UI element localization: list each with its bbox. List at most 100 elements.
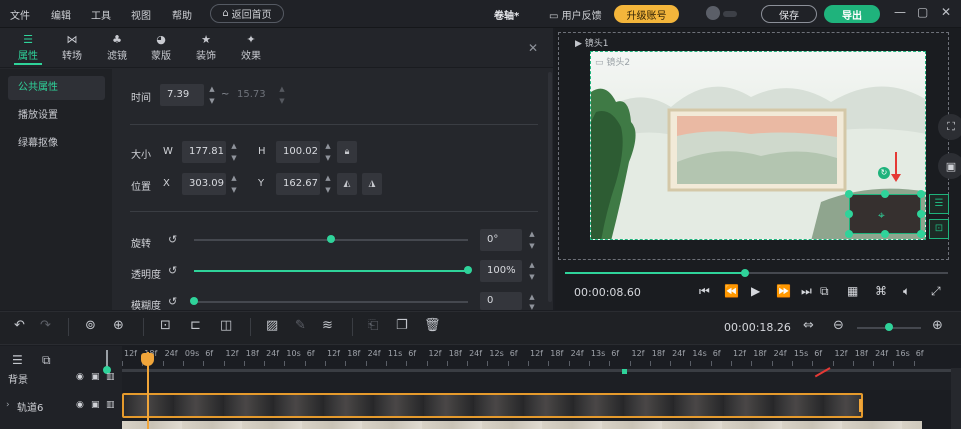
timeline-scrollbar[interactable] [951, 368, 961, 429]
chevron-down-icon[interactable]: ▼ [228, 153, 240, 163]
resize-handle[interactable] [845, 230, 853, 238]
tab-mask[interactable]: ◕ 蒙版 [141, 33, 181, 62]
fit-timeline-icon[interactable]: ⇔ [803, 318, 814, 333]
rotate-stepper[interactable]: ▲ ▼ [526, 229, 538, 251]
opacity-slider-handle[interactable] [464, 266, 472, 274]
eye-icon[interactable]: ◉ [76, 372, 84, 382]
tab-properties[interactable]: ☰ 属性 [8, 33, 48, 65]
timeline-clip[interactable] [122, 393, 863, 418]
reset-opacity-icon[interactable]: ↺ [168, 264, 177, 277]
blur-input[interactable]: 0 [480, 292, 522, 310]
feedback-button[interactable]: ▭ 用户反馈 [549, 7, 602, 22]
redo-icon[interactable]: ↷ [40, 318, 51, 333]
y-input[interactable]: 162.67 [276, 173, 320, 195]
blur-slider-handle[interactable] [190, 297, 198, 305]
camera-snapshot-icon[interactable]: ⌘ [875, 284, 887, 298]
copy-icon[interactable]: ❐ [396, 318, 408, 333]
delete-icon[interactable]: 🗑︎ [424, 318, 441, 333]
height-input[interactable]: 100.02 [276, 141, 320, 163]
blur-slider[interactable] [194, 301, 468, 303]
zoom-out-icon[interactable]: ⊖ [833, 318, 844, 333]
tab-decoration[interactable]: ★ 装饰 [186, 33, 226, 62]
reset-rotate-icon[interactable]: ↺ [168, 233, 177, 246]
layers-icon[interactable]: ≋ [322, 318, 333, 333]
prev-frame-icon[interactable]: ⏪ [724, 284, 739, 298]
next-frame-icon[interactable]: ⏩ [776, 284, 791, 298]
paste-icon[interactable]: ⎗ [368, 318, 378, 333]
rotate-handle-icon[interactable]: ↻ [878, 167, 890, 179]
resize-handle[interactable] [917, 230, 925, 238]
playback-scrubber[interactable] [741, 269, 749, 277]
panel-close-icon[interactable]: ✕ [528, 41, 538, 55]
crop-icon[interactable]: ⊡ [929, 219, 949, 239]
resize-handle[interactable] [845, 190, 853, 198]
home-button[interactable]: ⌂ 返回首页 [210, 4, 284, 23]
clip-trim-handle[interactable] [859, 399, 862, 412]
resize-handle[interactable] [881, 190, 889, 198]
add-track-icon[interactable]: ⧉ [42, 353, 51, 368]
menu-file[interactable]: 文件 [10, 7, 30, 22]
volume-icon[interactable]: 🔈︎ [903, 284, 910, 299]
selected-clip-box[interactable] [849, 194, 921, 234]
track-settings-icon[interactable]: ☰ [12, 353, 23, 367]
chevron-down-icon[interactable]: ▼ [206, 96, 218, 106]
skip-end-icon[interactable]: ⏭ [801, 284, 812, 299]
upgrade-button[interactable]: 升级账号 [614, 5, 679, 23]
chevron-up-icon[interactable]: ▲ [322, 141, 334, 151]
text-edit-icon[interactable]: ☰ [929, 194, 949, 214]
save-button[interactable]: 保存 [761, 5, 817, 23]
account-toggle[interactable] [723, 11, 737, 17]
chevron-up-icon[interactable]: ▲ [526, 292, 538, 302]
playhead-handle[interactable] [141, 353, 154, 366]
time-start-input[interactable]: 7.39 [160, 84, 204, 106]
subnav-common[interactable]: 公共属性 [8, 76, 105, 100]
chevron-down-icon[interactable]: ▼ [526, 241, 538, 251]
zoom-in-icon[interactable]: ⊕ [932, 318, 943, 333]
skip-start-icon[interactable]: ⏮ [699, 284, 710, 299]
time-start-stepper[interactable]: ▲ ▼ [206, 84, 218, 106]
properties-scrollbar[interactable] [548, 72, 552, 302]
chevron-down-icon[interactable]: ▼ [526, 272, 538, 282]
fit-icon[interactable]: ⊡ [160, 318, 171, 333]
lock-layer-icon[interactable]: ▣ [938, 153, 961, 179]
chevron-up-icon[interactable]: ▲ [526, 260, 538, 270]
keyframe-marker[interactable] [622, 369, 627, 374]
x-stepper[interactable]: ▲ ▼ [228, 173, 240, 195]
chevron-up-icon[interactable]: ▲ [206, 84, 218, 94]
trash-icon[interactable]: ▥ [106, 400, 115, 410]
target-icon[interactable]: ⊕ [113, 318, 124, 333]
play-icon[interactable]: ▶ [751, 284, 760, 298]
export-button[interactable]: 导出 [824, 5, 880, 23]
undo-icon[interactable]: ↶ [14, 318, 25, 333]
timeline-clip[interactable] [122, 421, 922, 429]
tab-filter[interactable]: ♣ 滤镜 [97, 33, 137, 62]
subnav-greenscreen[interactable]: 绿幕抠像 [8, 132, 105, 156]
snapshot-settings-icon[interactable]: ⧉ [820, 284, 829, 299]
width-stepper[interactable]: ▲ ▼ [228, 141, 240, 163]
menu-edit[interactable]: 编辑 [51, 7, 71, 22]
chevron-up-icon[interactable]: ▲ [526, 229, 538, 239]
chevron-up-icon[interactable]: ▲ [228, 173, 240, 183]
split-icon[interactable]: ◫ [220, 318, 232, 333]
menu-help[interactable]: 帮助 [172, 7, 192, 22]
flip-horizontal-icon[interactable]: ◭ [337, 173, 357, 195]
resize-handle[interactable] [845, 210, 853, 218]
record-icon[interactable]: ⊚ [85, 318, 96, 333]
crop-tool-icon[interactable]: ⊏ [190, 318, 201, 333]
reset-blur-icon[interactable]: ↺ [168, 295, 177, 308]
fullscreen-icon[interactable]: ⤢ [931, 284, 941, 299]
lock-icon[interactable]: ▣ [91, 372, 100, 382]
menu-view[interactable]: 视图 [131, 7, 151, 22]
chevron-down-icon[interactable]: ▼ [322, 185, 334, 195]
tab-effect[interactable]: ✦ 效果 [231, 33, 271, 62]
eye-icon[interactable]: ◉ [76, 400, 84, 410]
resize-handle[interactable] [917, 210, 925, 218]
blur-stepper[interactable]: ▲ ▼ [526, 292, 538, 311]
opacity-input[interactable]: 100% [480, 260, 522, 282]
edit-icon[interactable]: ✎ [295, 318, 306, 333]
image-replace-icon[interactable]: ▨ [266, 318, 278, 333]
rotate-input[interactable]: 0° [480, 229, 522, 251]
chevron-down-icon[interactable]: ▼ [228, 185, 240, 195]
opacity-stepper[interactable]: ▲ ▼ [526, 260, 538, 282]
y-stepper[interactable]: ▲ ▼ [322, 173, 334, 195]
